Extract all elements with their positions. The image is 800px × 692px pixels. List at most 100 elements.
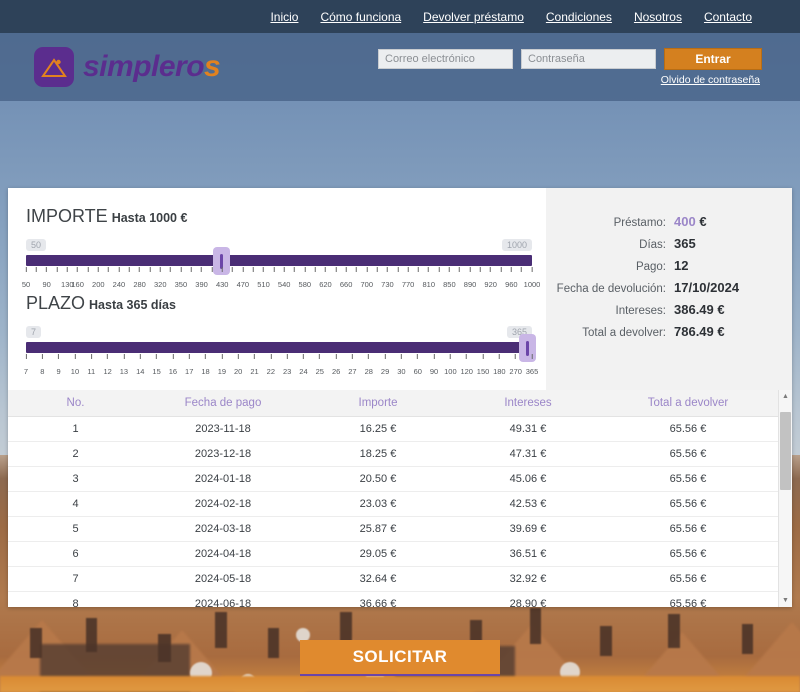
tick-mark: 30 bbox=[397, 354, 406, 379]
tick-line bbox=[159, 267, 161, 272]
tick-line bbox=[428, 267, 430, 272]
solicitar-button[interactable]: SOLICITAR bbox=[300, 640, 500, 676]
tick-label: 960 bbox=[505, 280, 518, 289]
nav-inicio[interactable]: Inicio bbox=[270, 10, 298, 24]
cell-total: 65.56 € bbox=[669, 548, 707, 560]
schedule-scrollbar[interactable]: ▲ ▼ bbox=[778, 390, 792, 607]
cell-no: 7 bbox=[72, 573, 79, 585]
nav-como-funciona[interactable]: Cómo funciona bbox=[320, 10, 401, 24]
tick-mark: 850 bbox=[443, 267, 456, 292]
tick-label: 770 bbox=[401, 280, 415, 289]
cell-total: 65.56 € bbox=[669, 523, 707, 535]
tick-line bbox=[469, 267, 471, 272]
summary-list: Préstamo: 400 € Días: 365 Pago: 12 Fecha de de… bbox=[546, 214, 774, 339]
tick-line bbox=[188, 354, 190, 359]
tick-label: 28 bbox=[364, 367, 373, 376]
tick-mark: 540 bbox=[278, 267, 290, 292]
tick-mark: · bbox=[87, 267, 90, 292]
tick-line bbox=[139, 354, 141, 359]
cell-date: 2024-02-18 bbox=[194, 498, 252, 510]
tick-mark: · bbox=[56, 267, 59, 292]
tick-label: 50 bbox=[21, 280, 31, 289]
tick-line bbox=[180, 267, 182, 272]
nav-condiciones[interactable]: Condiciones bbox=[546, 10, 612, 24]
tick-line bbox=[498, 354, 500, 359]
tick-label: 7 bbox=[23, 367, 29, 376]
term-slider-track[interactable] bbox=[26, 334, 536, 362]
tick-line bbox=[97, 267, 99, 272]
tick-label: 29 bbox=[380, 367, 390, 376]
tick-mark: 13 bbox=[120, 354, 128, 379]
tick-label: 25 bbox=[315, 367, 324, 376]
tick-mark: · bbox=[458, 267, 461, 292]
tick-line bbox=[156, 354, 158, 359]
tick-line bbox=[433, 354, 435, 359]
tick-line bbox=[531, 354, 533, 359]
tick-mark: 10 bbox=[71, 354, 79, 379]
nav-devolver-prestamo[interactable]: Devolver préstamo bbox=[423, 10, 524, 24]
tick-line bbox=[417, 354, 419, 359]
term-title: PLAZO bbox=[26, 293, 86, 313]
tick-line bbox=[41, 354, 43, 359]
cell-no: 8 bbox=[72, 598, 79, 607]
tick-line bbox=[335, 267, 337, 272]
login-submit-button[interactable]: Entrar bbox=[664, 48, 762, 70]
cell-total: 65.56 € bbox=[669, 423, 707, 435]
tick-mark: 14 bbox=[136, 354, 144, 379]
summary-value-highlight: 400 bbox=[674, 214, 696, 229]
table-row: 1 2023-11-18 16.25 € 49.31 € 65.56 € bbox=[8, 417, 792, 442]
tick-line bbox=[66, 267, 68, 272]
tick-label: 470 bbox=[236, 280, 250, 289]
tick-label: 19 bbox=[217, 367, 227, 376]
tick-line bbox=[417, 267, 419, 272]
tick-mark: 90 bbox=[430, 354, 438, 379]
tick-label: 350 bbox=[174, 280, 188, 289]
tick-line bbox=[211, 267, 213, 272]
summary-row-label: Días: bbox=[639, 239, 666, 251]
summary-row-value: 365 bbox=[674, 236, 696, 251]
tick-line bbox=[201, 267, 203, 272]
tick-mark: · bbox=[169, 267, 172, 292]
password-field[interactable] bbox=[521, 49, 656, 69]
summary-panel: Préstamo: 400 € Días: 365 Pago: 12 Fecha de de… bbox=[546, 188, 792, 390]
tick-label: 100 bbox=[444, 367, 457, 376]
tick-label: 850 bbox=[443, 280, 456, 289]
nav-nosotros[interactable]: Nosotros bbox=[634, 10, 682, 24]
forgot-password-link[interactable]: Olvido de contraseña bbox=[661, 74, 760, 86]
table-row: 8 2024-06-18 36.66 € 28.90 € 65.56 € bbox=[8, 592, 792, 607]
tick-mark: · bbox=[314, 267, 317, 292]
tick-label: 890 bbox=[463, 280, 477, 289]
nav-contacto[interactable]: Contacto bbox=[704, 10, 752, 24]
tick-mark: 920 bbox=[484, 267, 497, 292]
tick-mark: 23 bbox=[283, 354, 291, 379]
tick-line bbox=[252, 267, 254, 272]
tick-line bbox=[128, 267, 130, 272]
tick-mark: · bbox=[500, 267, 503, 292]
brand-name-tail: s bbox=[204, 50, 221, 83]
term-subtitle: Hasta 365 días bbox=[89, 298, 176, 312]
tick-mark: 510 bbox=[257, 267, 270, 292]
tick-mark: · bbox=[520, 267, 523, 292]
tick-label: 620 bbox=[319, 280, 332, 289]
brand-logo[interactable]: simpleros bbox=[34, 47, 221, 87]
tick-mark: · bbox=[252, 267, 255, 292]
tick-label: 430 bbox=[215, 280, 229, 289]
summary-row: Días: 365 bbox=[546, 236, 774, 251]
tick-line bbox=[351, 354, 353, 359]
cell-interest: 36.51 € bbox=[509, 548, 547, 560]
email-field[interactable] bbox=[378, 49, 513, 69]
scroll-up-icon[interactable]: ▲ bbox=[779, 390, 792, 403]
tick-line bbox=[490, 267, 492, 272]
scroll-down-icon[interactable]: ▼ bbox=[779, 594, 792, 607]
scrollbar-thumb[interactable] bbox=[780, 412, 791, 490]
tick-line bbox=[270, 354, 272, 359]
cell-total: 65.56 € bbox=[669, 573, 707, 585]
tick-line bbox=[449, 354, 451, 359]
tick-label: 30 bbox=[397, 367, 406, 376]
amount-slider-track[interactable] bbox=[26, 247, 532, 275]
tick-line bbox=[190, 267, 192, 272]
summary-row-label: Intereses: bbox=[615, 305, 667, 317]
tick-label: 660 bbox=[339, 280, 353, 289]
cell-amount: 16.25 € bbox=[359, 423, 397, 435]
cell-interest: 28.90 € bbox=[509, 598, 547, 607]
